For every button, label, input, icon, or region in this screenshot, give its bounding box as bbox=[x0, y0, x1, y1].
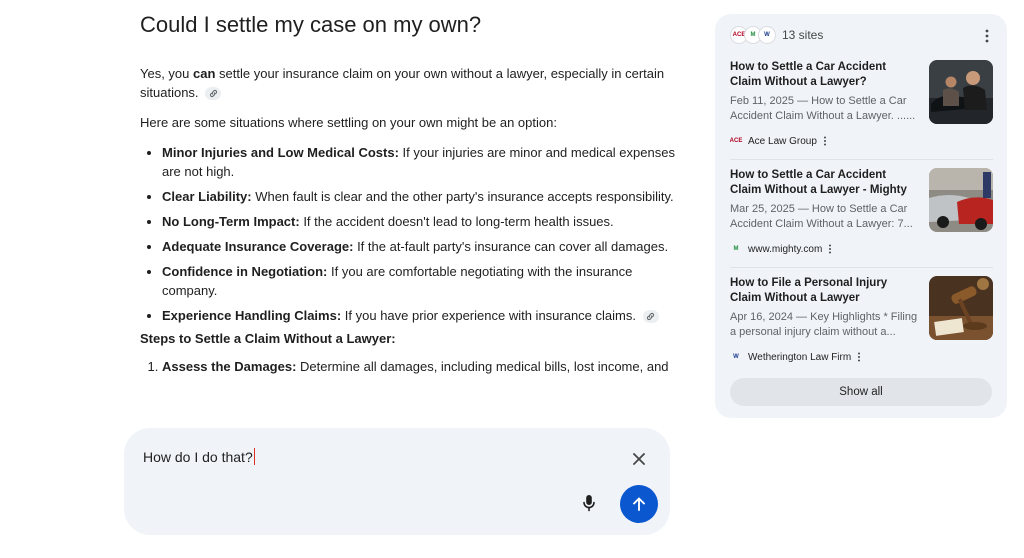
list-item-bold: Experience Handling Claims: bbox=[162, 308, 342, 323]
steps-list: Assess the Damages: Determine all damage… bbox=[140, 357, 680, 376]
source-card-snippet: Feb 11, 2025 — How to Settle a Car Accid… bbox=[730, 95, 916, 122]
gavel-photo-icon bbox=[929, 276, 993, 340]
voice-input-button[interactable] bbox=[578, 492, 600, 514]
source-card-snippet: Apr 16, 2024 — Key Highlights * Filing a… bbox=[730, 311, 918, 338]
list-item-bold: Adequate Insurance Coverage: bbox=[162, 239, 354, 254]
people-at-car-photo-icon bbox=[929, 60, 993, 124]
list-item-text: If you have prior experience with insura… bbox=[341, 308, 636, 323]
show-all-button[interactable]: Show all bbox=[730, 378, 992, 406]
answer-intro: Yes, you can settle your insurance claim… bbox=[140, 64, 680, 102]
source-card[interactable]: How to File a Personal Injury Claim With… bbox=[730, 276, 993, 371]
more-vert-icon bbox=[985, 29, 989, 43]
list-item: Clear Liability: When fault is clear and… bbox=[162, 187, 680, 206]
source-card-site: M www.mighty.com bbox=[730, 243, 833, 255]
wetherington-favicon-icon: W bbox=[733, 354, 739, 360]
list-item-bold: Minor Injuries and Low Medical Costs: bbox=[162, 145, 399, 160]
list-item-bold: Assess the Damages: bbox=[162, 359, 297, 374]
list-item-text: Determine all damages, including medical… bbox=[296, 359, 669, 374]
list-item-text: If the at-fault party's insurance can co… bbox=[353, 239, 669, 254]
source-card[interactable]: How to Settle a Car Accident Claim Witho… bbox=[730, 168, 993, 263]
source-site-name: www.mighty.com bbox=[748, 243, 823, 255]
divider bbox=[730, 159, 993, 160]
source-favicons: ACE M W bbox=[730, 26, 776, 44]
list-item-text: When fault is clear and the other party'… bbox=[251, 189, 674, 204]
situations-list: Minor Injuries and Low Medical Costs: If… bbox=[140, 143, 680, 325]
microphone-icon bbox=[583, 495, 595, 512]
situations-intro: Here are some situations where settling … bbox=[140, 115, 557, 130]
answer-content: Could I settle my case on my own? Yes, y… bbox=[140, 12, 680, 376]
list-item: Confidence in Negotiation: If you are co… bbox=[162, 262, 680, 300]
intro-text-start: Yes, you bbox=[140, 66, 194, 81]
more-vert-icon[interactable] bbox=[827, 244, 833, 254]
list-item-bold: No Long-Term Impact: bbox=[162, 214, 300, 229]
source-card-site: W Wetherington Law Firm bbox=[730, 351, 862, 363]
source-card-snippet: Mar 25, 2025 — How to Settle a Car Accid… bbox=[730, 203, 913, 230]
list-item: Adequate Insurance Coverage: If the at-f… bbox=[162, 237, 680, 256]
intro-text-bold: can bbox=[193, 66, 216, 81]
input-value: How do I do that? bbox=[143, 449, 253, 465]
sources-header[interactable]: ACE M W 13 sites bbox=[730, 26, 823, 44]
follow-up-composer: How do I do that? bbox=[124, 428, 670, 535]
list-item: No Long-Term Impact: If the accident doe… bbox=[162, 212, 680, 231]
citation-link-icon[interactable] bbox=[205, 87, 222, 101]
source-site-name: Wetherington Law Firm bbox=[748, 351, 852, 363]
source-card[interactable]: How to Settle a Car Accident Claim Witho… bbox=[730, 60, 993, 155]
more-vert-icon[interactable] bbox=[856, 352, 862, 362]
source-card-title: How to Settle a Car Accident Claim Witho… bbox=[730, 61, 887, 88]
send-button[interactable] bbox=[620, 485, 658, 523]
source-card-site: ACE Ace Law Group bbox=[730, 135, 828, 147]
car-crash-photo-icon bbox=[929, 168, 993, 232]
answer-heading: Could I settle my case on my own? bbox=[140, 12, 482, 37]
list-item: Assess the Damages: Determine all damage… bbox=[162, 357, 680, 376]
citation-link-icon[interactable] bbox=[642, 310, 659, 324]
list-item: Experience Handling Claims: If you have … bbox=[162, 306, 680, 325]
list-item-bold: Confidence in Negotiation: bbox=[162, 264, 328, 279]
source-card-title: How to Settle a Car Accident Claim Witho… bbox=[730, 169, 907, 196]
mighty-favicon-icon: M bbox=[733, 246, 739, 252]
ace-favicon-icon: ACE bbox=[729, 138, 743, 144]
sources-panel: ACE M W 13 sites How to Settle a Car Acc… bbox=[715, 14, 1007, 418]
follow-up-input[interactable]: How do I do that? bbox=[143, 448, 255, 465]
list-item: Minor Injuries and Low Medical Costs: If… bbox=[162, 143, 680, 181]
arrow-up-icon bbox=[633, 497, 645, 511]
list-item-text: If the accident doesn't lead to long-ter… bbox=[299, 214, 614, 229]
close-icon bbox=[633, 453, 645, 465]
more-vert-icon[interactable] bbox=[822, 136, 828, 146]
wetherington-favicon-icon: W bbox=[758, 26, 776, 44]
clear-input-button[interactable] bbox=[628, 448, 650, 470]
text-caret bbox=[253, 448, 255, 465]
list-item-bold: Clear Liability: bbox=[162, 189, 252, 204]
source-card-title: How to File a Personal Injury Claim With… bbox=[730, 277, 888, 304]
sites-count: 13 sites bbox=[782, 28, 824, 42]
steps-heading: Steps to Settle a Claim Without a Lawyer… bbox=[140, 331, 396, 346]
source-site-name: Ace Law Group bbox=[748, 135, 817, 147]
divider bbox=[730, 267, 993, 268]
more-options-button[interactable] bbox=[981, 28, 993, 44]
